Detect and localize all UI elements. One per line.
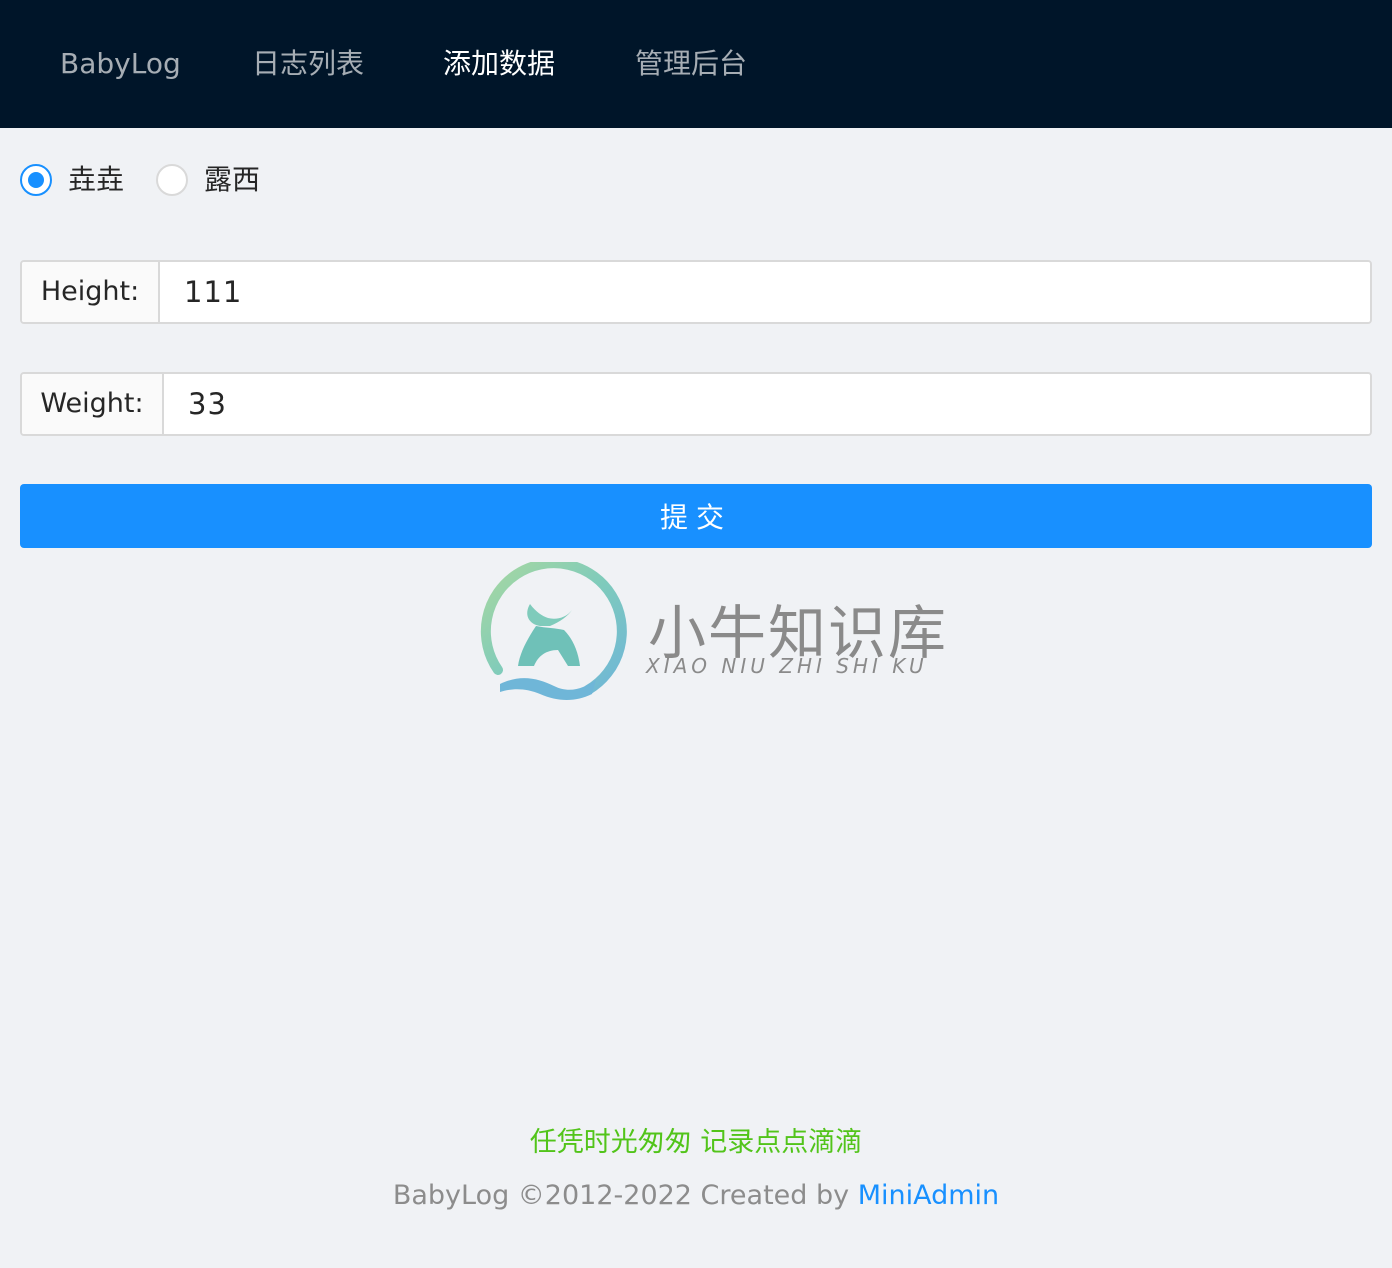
radio-label-lucy: 露西	[204, 163, 261, 196]
footer-copyright: BabyLog ©2012-2022 Created by MiniAdmin	[0, 1180, 1392, 1211]
weight-input-group: Weight:	[20, 372, 1372, 436]
height-input[interactable]	[160, 262, 1370, 322]
weight-label: Weight:	[22, 374, 164, 434]
radio-label-yaoyao: 垚垚	[68, 163, 125, 196]
top-navbar: BabyLog 日志列表 添加数据 管理后台	[0, 0, 1392, 128]
nav-item-admin[interactable]: 管理后台	[635, 0, 747, 128]
miniadmin-link[interactable]: MiniAdmin	[858, 1180, 999, 1211]
nav-item-log-list[interactable]: 日志列表	[252, 0, 364, 128]
nav-item-babylog[interactable]: BabyLog	[60, 0, 181, 128]
height-input-group: Height:	[20, 260, 1372, 324]
nav-item-add-data[interactable]: 添加数据	[443, 0, 555, 128]
weight-input[interactable]	[164, 374, 1370, 434]
height-label: Height:	[22, 262, 160, 322]
submit-button[interactable]: 提交	[20, 484, 1372, 548]
watermark: 小牛知识库 XIAO NIU ZHI SHI KU	[480, 562, 946, 708]
radio-checked-icon[interactable]	[20, 164, 52, 196]
watermark-logo-icon	[480, 562, 627, 700]
watermark-subtitle: XIAO NIU ZHI SHI KU	[646, 654, 928, 678]
footer-slogan: 任凭时光匆匆 记录点点滴滴	[529, 1127, 863, 1158]
radio-unchecked-icon[interactable]	[156, 164, 188, 196]
copyright-text: BabyLog ©2012-2022 Created by	[392, 1180, 858, 1211]
